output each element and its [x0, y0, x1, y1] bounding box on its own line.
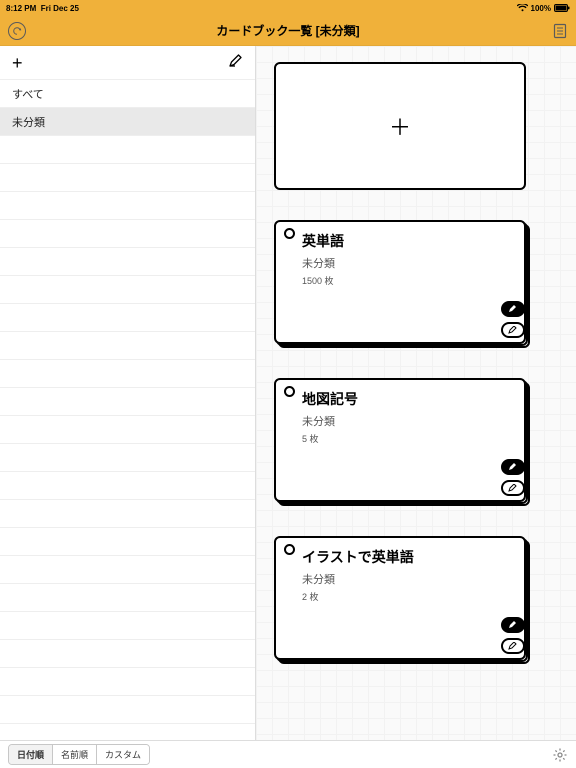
- deck-count: 2 枚: [302, 590, 512, 603]
- deck-category: 未分類: [302, 571, 512, 587]
- sidebar-item-empty: [0, 388, 255, 416]
- sort-segment[interactable]: カスタム: [97, 745, 149, 764]
- sidebar-item-empty: [0, 696, 255, 724]
- sidebar-item-empty: [0, 416, 255, 444]
- ring-icon: [284, 544, 295, 555]
- deck-edit-button[interactable]: [501, 638, 525, 654]
- deck-edit-button[interactable]: [501, 322, 525, 338]
- deck-title: 英単語: [302, 231, 512, 251]
- app-header: カードブック一覧 [未分類]: [0, 16, 576, 46]
- add-deck-button[interactable]: ＋: [274, 62, 526, 190]
- deck-count: 1500 枚: [302, 274, 512, 287]
- sidebar-item-empty: [0, 360, 255, 388]
- sidebar-item-label: 未分類: [12, 114, 45, 130]
- sidebar-item-empty: [0, 584, 255, 612]
- content-pane: ＋ 英単語 未分類 1500 枚: [256, 46, 576, 740]
- deck-play-button[interactable]: [501, 301, 525, 317]
- deck-slot: 英単語 未分類 1500 枚: [274, 220, 558, 348]
- deck-card[interactable]: 地図記号 未分類 5 枚: [274, 378, 530, 506]
- deck-title: 地図記号: [302, 389, 512, 409]
- header-right-button[interactable]: [536, 23, 568, 39]
- plus-icon: ＋: [389, 110, 411, 142]
- sort-segment[interactable]: 日付順: [9, 745, 53, 764]
- sort-segmented-control[interactable]: 日付順名前順カスタム: [8, 744, 150, 765]
- sidebar-item-empty: [0, 192, 255, 220]
- status-right: 100%: [517, 4, 570, 13]
- sidebar-list: すべて未分類: [0, 80, 255, 740]
- sidebar-item-empty: [0, 304, 255, 332]
- add-card-slot: ＋: [274, 62, 558, 190]
- page-title: カードブック一覧 [未分類]: [40, 22, 536, 39]
- deck-card[interactable]: イラストで英単語 未分類 2 枚: [274, 536, 530, 664]
- status-time-text: 8:12 PM: [6, 4, 36, 13]
- sidebar-item-empty: [0, 332, 255, 360]
- sidebar-item-empty: [0, 528, 255, 556]
- sidebar-item[interactable]: すべて: [0, 80, 255, 108]
- sidebar-item-empty: [0, 276, 255, 304]
- deck-play-button[interactable]: [501, 459, 525, 475]
- main-split: + すべて未分類 ＋ 英単語 未分類 1500 枚: [0, 46, 576, 740]
- wifi-icon: [517, 4, 528, 12]
- sidebar-item-empty: [0, 164, 255, 192]
- sidebar: + すべて未分類: [0, 46, 256, 740]
- ring-icon: [284, 228, 295, 239]
- gear-icon: [552, 747, 568, 763]
- battery-percent: 100%: [531, 4, 551, 13]
- deck-title: イラストで英単語: [302, 547, 512, 567]
- sidebar-item-empty: [0, 248, 255, 276]
- sidebar-item-empty: [0, 500, 255, 528]
- sidebar-toolbar: +: [0, 46, 255, 80]
- add-category-button[interactable]: +: [12, 54, 23, 72]
- sidebar-item-empty: [0, 136, 255, 164]
- sort-segment[interactable]: 名前順: [53, 745, 97, 764]
- status-time: 8:12 PM Fri Dec 25: [6, 4, 79, 13]
- deck-edit-button[interactable]: [501, 480, 525, 496]
- sidebar-item[interactable]: 未分類: [0, 108, 255, 136]
- deck-slot: 地図記号 未分類 5 枚: [274, 378, 558, 506]
- deck-category: 未分類: [302, 413, 512, 429]
- sidebar-item-empty: [0, 724, 255, 740]
- list-icon: [552, 23, 568, 39]
- edit-categories-button[interactable]: [229, 53, 243, 72]
- sidebar-item-label: すべて: [12, 86, 44, 102]
- sync-icon: [8, 22, 26, 40]
- ring-icon: [284, 386, 295, 397]
- status-bar: 8:12 PM Fri Dec 25 100%: [0, 0, 576, 16]
- deck-play-button[interactable]: [501, 617, 525, 633]
- settings-button[interactable]: [552, 747, 568, 763]
- battery-icon: [554, 4, 570, 12]
- header-left-button[interactable]: [8, 22, 40, 40]
- footer-bar: 日付順名前順カスタム: [0, 740, 576, 768]
- deck-card[interactable]: 英単語 未分類 1500 枚: [274, 220, 530, 348]
- sidebar-item-empty: [0, 444, 255, 472]
- sidebar-item-empty: [0, 668, 255, 696]
- sidebar-item-empty: [0, 472, 255, 500]
- sidebar-item-empty: [0, 556, 255, 584]
- status-date-text: Fri Dec 25: [41, 4, 79, 13]
- sidebar-item-empty: [0, 220, 255, 248]
- deck-slot: イラストで英単語 未分類 2 枚: [274, 536, 558, 664]
- deck-category: 未分類: [302, 255, 512, 271]
- sidebar-item-empty: [0, 612, 255, 640]
- deck-count: 5 枚: [302, 432, 512, 445]
- sidebar-item-empty: [0, 640, 255, 668]
